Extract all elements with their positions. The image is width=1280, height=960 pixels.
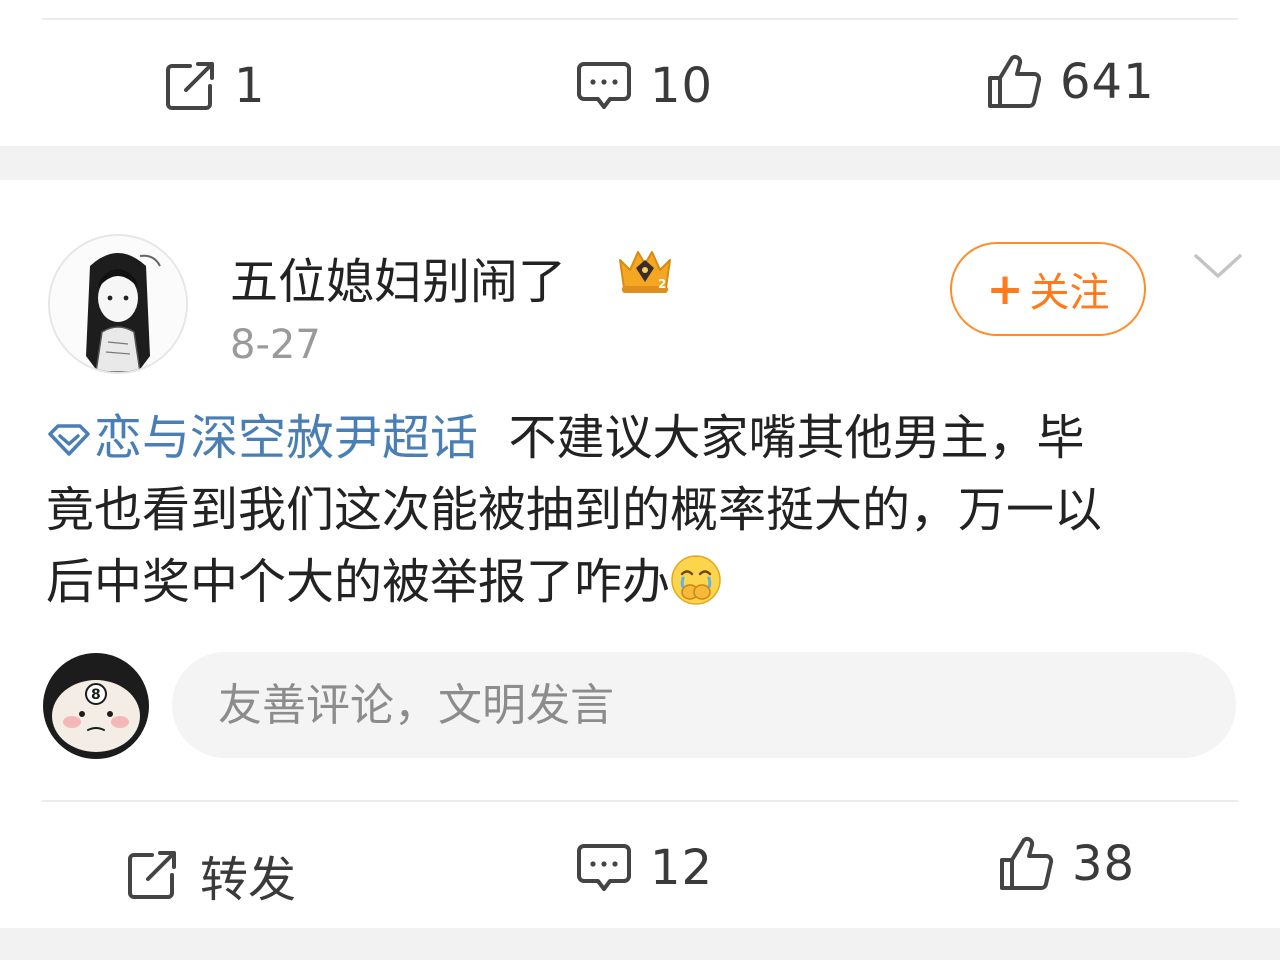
post-card: 五位媳妇别闹了 2 8-27 + 关注 恋与深空赦尹超话 不建议大家嘴其他男主，… xyxy=(0,180,1280,928)
like-button[interactable]: 38 xyxy=(998,836,1135,892)
svg-text:2: 2 xyxy=(658,277,666,291)
user-avatar[interactable] xyxy=(48,234,188,374)
comment-input[interactable] xyxy=(172,652,1236,758)
like-icon xyxy=(988,54,1042,108)
topic-label: 恋与深空赦尹超话 xyxy=(94,410,479,466)
like-count: 641 xyxy=(1060,54,1155,110)
divider xyxy=(42,800,1238,802)
repost-icon xyxy=(166,62,214,110)
post-text-line2: 竟也看到我们这次能被抽到的概率挺大的，万一以 xyxy=(46,482,1103,538)
my-avatar: 8 xyxy=(43,653,149,759)
chevron-down-icon[interactable] xyxy=(1192,250,1244,282)
divider xyxy=(42,18,1238,20)
avatar-illustration xyxy=(50,236,186,372)
repost-button[interactable]: 1 xyxy=(164,58,266,114)
repost-label: 转发 xyxy=(200,852,297,908)
previous-post-footer: 1 10 641 xyxy=(0,0,1280,146)
comment-count: 12 xyxy=(650,840,714,896)
comment-count: 10 xyxy=(650,58,714,114)
diamond-topic-icon xyxy=(48,424,90,456)
post-date: 8-27 xyxy=(230,322,321,368)
follow-label: 关注 xyxy=(1029,270,1110,316)
like-icon xyxy=(1000,836,1054,890)
repost-count: 1 xyxy=(234,58,266,114)
post-text-line3: 后中奖中个大的被举报了咋办 xyxy=(46,554,671,610)
comment-icon xyxy=(577,62,631,109)
crown-badge-icon: 2 xyxy=(619,251,671,293)
covering-mouth-emoji xyxy=(671,555,721,605)
repost-button[interactable]: 转发 xyxy=(126,840,296,910)
post-text-line1: 不建议大家嘴其他男主，毕 xyxy=(508,410,1085,466)
comment-icon xyxy=(577,844,631,891)
repost-icon xyxy=(128,851,176,899)
comment-button[interactable]: 10 xyxy=(576,58,713,114)
post-text: 恋与深空赦尹超话 不建议大家嘴其他男主，毕 竟也看到我们这次能被抽到的概率挺大的… xyxy=(46,402,1246,618)
svg-text:8: 8 xyxy=(91,687,101,703)
like-button[interactable]: 641 xyxy=(986,54,1155,110)
separator xyxy=(0,928,1280,960)
like-count: 38 xyxy=(1072,836,1136,892)
follow-button[interactable]: + 关注 xyxy=(950,242,1146,336)
username[interactable]: 五位媳妇别闹了 xyxy=(230,242,566,312)
comment-button[interactable]: 12 xyxy=(576,840,713,896)
plus-icon: + xyxy=(986,263,1024,315)
topic-link[interactable]: 恋与深空赦尹超话 xyxy=(46,410,478,466)
